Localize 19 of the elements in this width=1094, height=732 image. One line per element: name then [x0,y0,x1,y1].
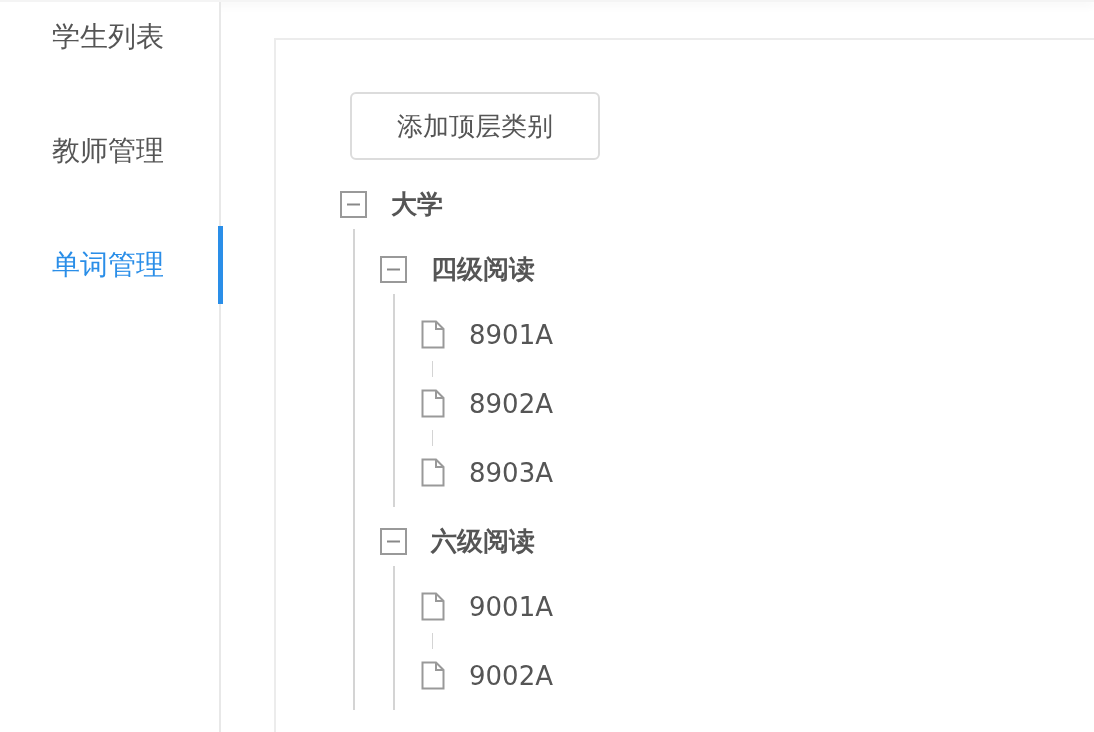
add-category-button[interactable]: 添加顶层类别 [350,92,600,160]
tree-node-label[interactable]: 六级阅读 [431,524,535,559]
tree-node-label[interactable]: 9002A [469,660,553,691]
tree-node-label[interactable]: 四级阅读 [431,252,535,287]
file-icon [421,320,445,349]
file-icon [421,592,445,621]
tree-node-label[interactable]: 8903A [469,457,553,488]
file-icon [421,389,445,418]
collapse-icon[interactable] [380,256,407,283]
sidebar-item[interactable]: 学生列表 [0,0,219,94]
tree-node-label[interactable]: 8902A [469,388,553,419]
tree-node-label[interactable]: 8901A [469,319,553,350]
collapse-icon[interactable] [340,191,367,218]
sidebar-item[interactable]: 教师管理 [0,94,219,208]
file-icon [421,458,445,487]
tree-node-label[interactable]: 9001A [469,591,553,622]
tree-node-label[interactable]: 大学 [391,187,443,222]
collapse-icon[interactable] [380,528,407,555]
file-icon [421,661,445,690]
